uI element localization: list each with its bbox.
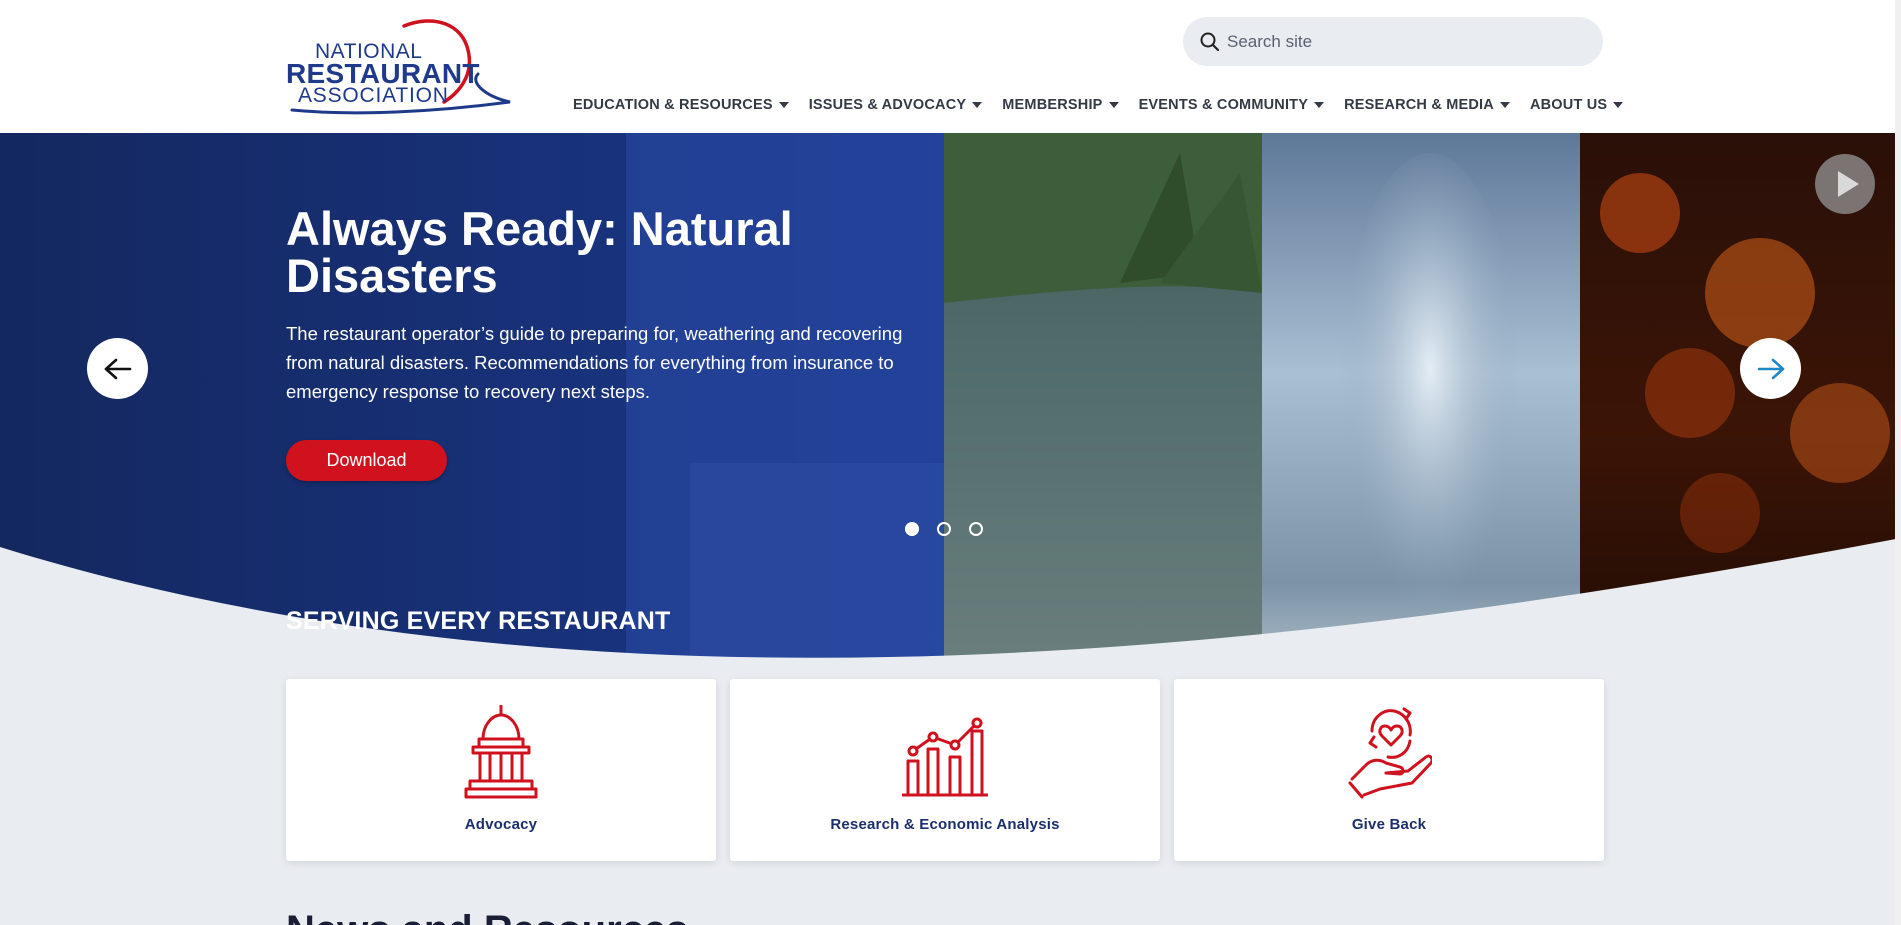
main-nav: EDUCATION & RESOURCES ISSUES & ADVOCACY … [573, 97, 1643, 113]
caret-down-icon [1613, 102, 1624, 108]
card-label: Give Back [1351, 816, 1427, 833]
card-label: Research & Economic Analysis [830, 816, 1060, 833]
caret-down-icon [1314, 102, 1325, 108]
nav-issues-advocacy[interactable]: ISSUES & ADVOCACY [809, 97, 983, 113]
next-section-heading: News and Resources [286, 908, 688, 925]
site-header: NATIONAL RESTAURANT ASSOCIATION EDUCATIO… [0, 0, 1901, 133]
arrow-right-icon [1757, 358, 1784, 379]
nav-label: RESEARCH & MEDIA [1344, 97, 1494, 113]
arrow-left-icon [104, 358, 131, 379]
search-box[interactable] [1183, 17, 1603, 66]
slide-dot-3[interactable] [969, 522, 983, 536]
slide-dot-2[interactable] [937, 522, 951, 536]
caret-down-icon [778, 102, 789, 108]
card-give-back[interactable]: Give Back [1174, 679, 1604, 861]
logo-line-association: ASSOCIATION [298, 84, 449, 107]
section-title: SERVING EVERY RESTAURANT [286, 607, 671, 635]
caret-down-icon [1108, 102, 1119, 108]
next-slide-button[interactable] [1740, 338, 1801, 399]
search-input[interactable] [1227, 17, 1587, 66]
nav-research-media[interactable]: RESEARCH & MEDIA [1344, 97, 1510, 113]
hero-carousel: Always Ready: Natural Disasters The rest… [0, 133, 1901, 733]
card-advocacy[interactable]: Advocacy [286, 679, 716, 861]
hero-title: Always Ready: Natural Disasters [286, 202, 793, 302]
card-research-economic-analysis[interactable]: Research & Economic Analysis [730, 679, 1160, 861]
caret-down-icon [972, 102, 983, 108]
bar-chart-icon [902, 717, 988, 797]
play-video-button[interactable] [1815, 154, 1875, 214]
previous-slide-button[interactable] [87, 338, 148, 399]
page-scrollbar[interactable] [1895, 0, 1901, 925]
card-label: Advocacy [464, 816, 538, 833]
nra-logo[interactable]: NATIONAL RESTAURANT ASSOCIATION [284, 16, 520, 116]
caret-down-icon [1499, 102, 1510, 108]
hero-description: The restaurant operator’s guide to prepa… [286, 323, 903, 402]
nav-label: ABOUT US [1529, 97, 1608, 113]
nav-education-resources[interactable]: EDUCATION & RESOURCES [573, 97, 789, 113]
nav-about-us[interactable]: ABOUT US [1529, 97, 1624, 113]
nav-label: MEMBERSHIP [1002, 97, 1103, 113]
page: NATIONAL RESTAURANT ASSOCIATION EDUCATIO… [0, 0, 1901, 925]
download-button[interactable]: Download [286, 440, 447, 481]
nav-label: ISSUES & ADVOCACY [808, 97, 967, 113]
nav-label: EVENTS & COMMUNITY [1138, 97, 1309, 113]
nav-events-community[interactable]: EVENTS & COMMUNITY [1139, 97, 1325, 113]
play-icon [1838, 171, 1859, 197]
search-icon[interactable] [1199, 31, 1221, 53]
service-cards: Advocacy Research & Economic Analysis Gi… [286, 679, 1604, 861]
capitol-icon [464, 705, 538, 799]
heart-hand-icon [1348, 707, 1432, 799]
nav-membership[interactable]: MEMBERSHIP [1002, 97, 1119, 113]
nav-label: EDUCATION & RESOURCES [573, 97, 773, 113]
slide-dot-1[interactable] [905, 522, 919, 536]
slide-indicators [905, 522, 983, 536]
